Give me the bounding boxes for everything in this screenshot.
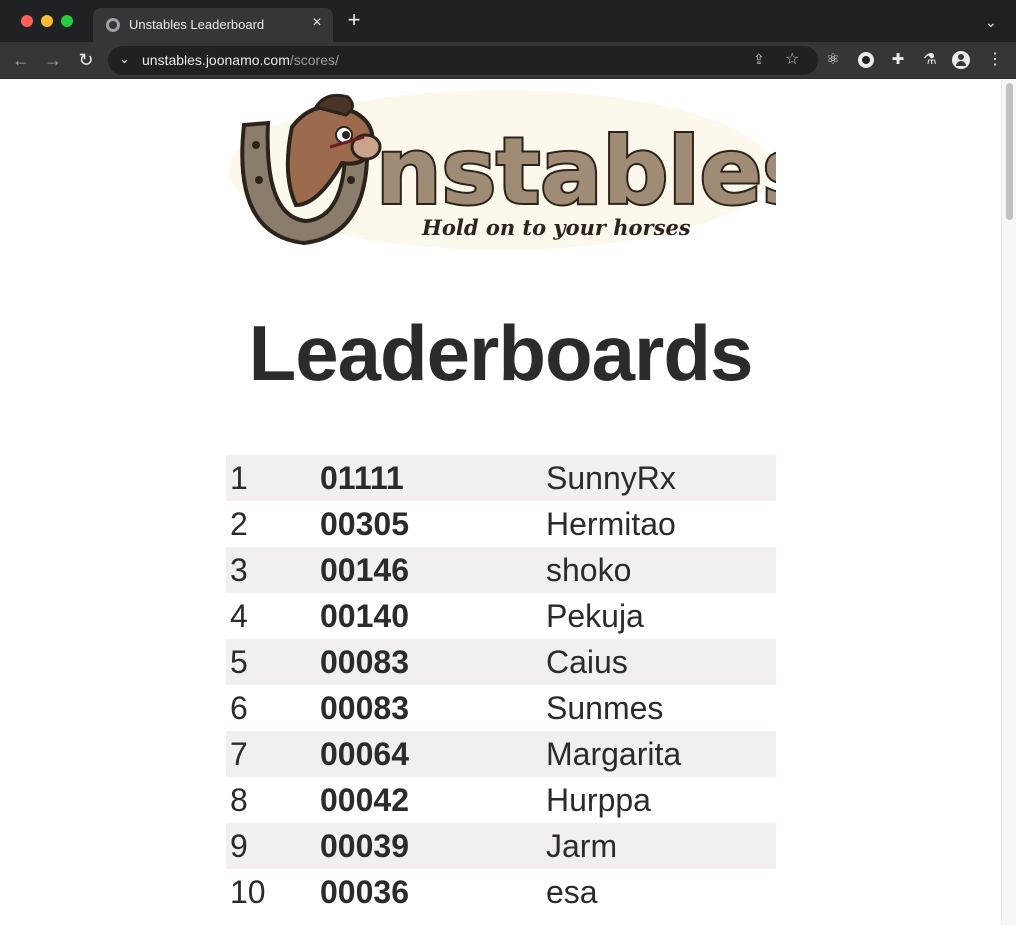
leaderboard-row: 9 00039 Jarm xyxy=(226,823,776,869)
leaderboard-row: 3 00146 shoko xyxy=(226,547,776,593)
leaderboard-player-name: shoko xyxy=(546,552,632,588)
leaderboard-player-name: Pekuja xyxy=(546,598,644,634)
leaderboard-row: 1 01111 SunnyRx xyxy=(226,455,776,501)
url-text[interactable]: unstables.joonamo.com/scores/ xyxy=(142,52,339,68)
bookmark-star-icon[interactable]: ☆ xyxy=(785,49,799,69)
leaderboard-rank: 6 xyxy=(230,690,248,726)
leaderboard-score: 00305 xyxy=(320,506,409,542)
leaderboard-score: 00064 xyxy=(320,736,409,772)
tab-search-chevron-icon[interactable]: ⌄ xyxy=(985,14,997,31)
leaderboard-score: 00042 xyxy=(320,782,409,818)
leaderboard-rank: 3 xyxy=(230,552,248,588)
profile-avatar-icon[interactable] xyxy=(952,51,970,69)
leaderboard-row: 2 00305 Hermitao xyxy=(226,501,776,547)
leaderboard-rank: 7 xyxy=(230,736,248,772)
address-bar[interactable]: ⌄ unstables.joonamo.com/scores/ ⇪ ☆ xyxy=(108,46,818,75)
leaderboard-row: 10 00036 esa xyxy=(226,869,776,915)
labs-flask-icon[interactable]: ⚗ xyxy=(921,51,939,69)
leaderboard-rank: 1 xyxy=(230,460,248,496)
page-viewport: nstables Hold on to your horses Leaderbo… xyxy=(0,80,1016,925)
browser-tab-bar: Unstables Leaderboard × + ⌄ xyxy=(0,0,1016,42)
browser-tab[interactable]: Unstables Leaderboard × xyxy=(93,8,333,42)
url-path: /scores/ xyxy=(289,52,339,68)
extensions-puzzle-icon[interactable]: ✚ xyxy=(889,51,907,69)
extension-circle-icon[interactable] xyxy=(857,51,875,69)
leaderboard-row: 8 00042 Hurppa xyxy=(226,777,776,823)
back-button[interactable]: ← xyxy=(10,49,32,71)
leaderboard-row: 6 00083 Sunmes xyxy=(226,685,776,731)
leaderboard-player-name: Caius xyxy=(546,644,628,680)
leaderboard-rank: 8 xyxy=(230,782,248,818)
tab-title: Unstables Leaderboard xyxy=(129,17,265,32)
leaderboard-player-name: Sunmes xyxy=(546,690,664,726)
leaderboard-score: 00146 xyxy=(320,552,409,588)
leaderboard-rank: 10 xyxy=(230,874,266,910)
leaderboard-score: 00039 xyxy=(320,828,409,864)
leaderboard-rank: 9 xyxy=(230,828,248,864)
leaderboard-score: 00083 xyxy=(320,644,409,680)
reload-button[interactable]: ↻ xyxy=(75,49,97,71)
scrollbar-thumb[interactable] xyxy=(1006,83,1013,220)
leaderboard-player-name: Hermitao xyxy=(546,506,676,542)
browser-menu-icon[interactable]: ⋮ xyxy=(986,51,1004,69)
leaderboard-table: 1 01111 SunnyRx 2 00305 Hermitao 3 00146 shoko 4 0… xyxy=(226,455,776,915)
leaderboard-player-name: Jarm xyxy=(546,828,618,864)
globe-icon xyxy=(106,18,120,32)
minimize-window-button[interactable] xyxy=(41,15,53,27)
leaderboard-score: 00140 xyxy=(320,598,409,634)
leaderboard-player-name: Margarita xyxy=(546,736,682,772)
forward-button[interactable]: → xyxy=(42,49,64,71)
url-host: unstables.joonamo.com xyxy=(142,52,290,68)
leaderboard-player-name: esa xyxy=(546,874,598,910)
leaderboard-player-name: Hurppa xyxy=(546,782,651,818)
share-icon[interactable]: ⇪ xyxy=(753,51,765,68)
leaderboard-score: 01111 xyxy=(320,460,404,496)
tab-close-button[interactable]: × xyxy=(309,14,325,32)
leaderboard-player-name: SunnyRx xyxy=(546,460,676,496)
page-title: Leaderboards xyxy=(248,309,754,397)
leaderboard-rank: 4 xyxy=(230,598,248,634)
chevron-down-icon[interactable]: ⌄ xyxy=(119,51,130,67)
leaderboard-score: 00036 xyxy=(320,874,409,910)
leaderboard-row: 7 00064 Margarita xyxy=(226,731,776,777)
leaderboard-row: 5 00083 Caius xyxy=(226,639,776,685)
logo-wordmark: nstables xyxy=(376,118,776,225)
page-scrollbar[interactable] xyxy=(1001,80,1016,925)
close-window-button[interactable] xyxy=(21,15,33,27)
maximize-window-button[interactable] xyxy=(61,15,73,27)
leaderboard-row: 4 00140 Pekuja xyxy=(226,593,776,639)
leaderboard-score: 00083 xyxy=(320,690,409,726)
leaderboard-rank: 5 xyxy=(230,644,248,680)
new-tab-button[interactable]: + xyxy=(344,9,364,31)
unstables-logo: nstables Hold on to your horses xyxy=(229,90,776,250)
browser-toolbar: ← → ↻ ⌄ unstables.joonamo.com/scores/ ⇪ … xyxy=(0,42,1016,79)
logo-tagline: Hold on to your horses xyxy=(421,215,691,240)
leaderboard-rank: 2 xyxy=(230,506,248,542)
react-devtools-icon[interactable]: ⚛ xyxy=(824,51,842,69)
